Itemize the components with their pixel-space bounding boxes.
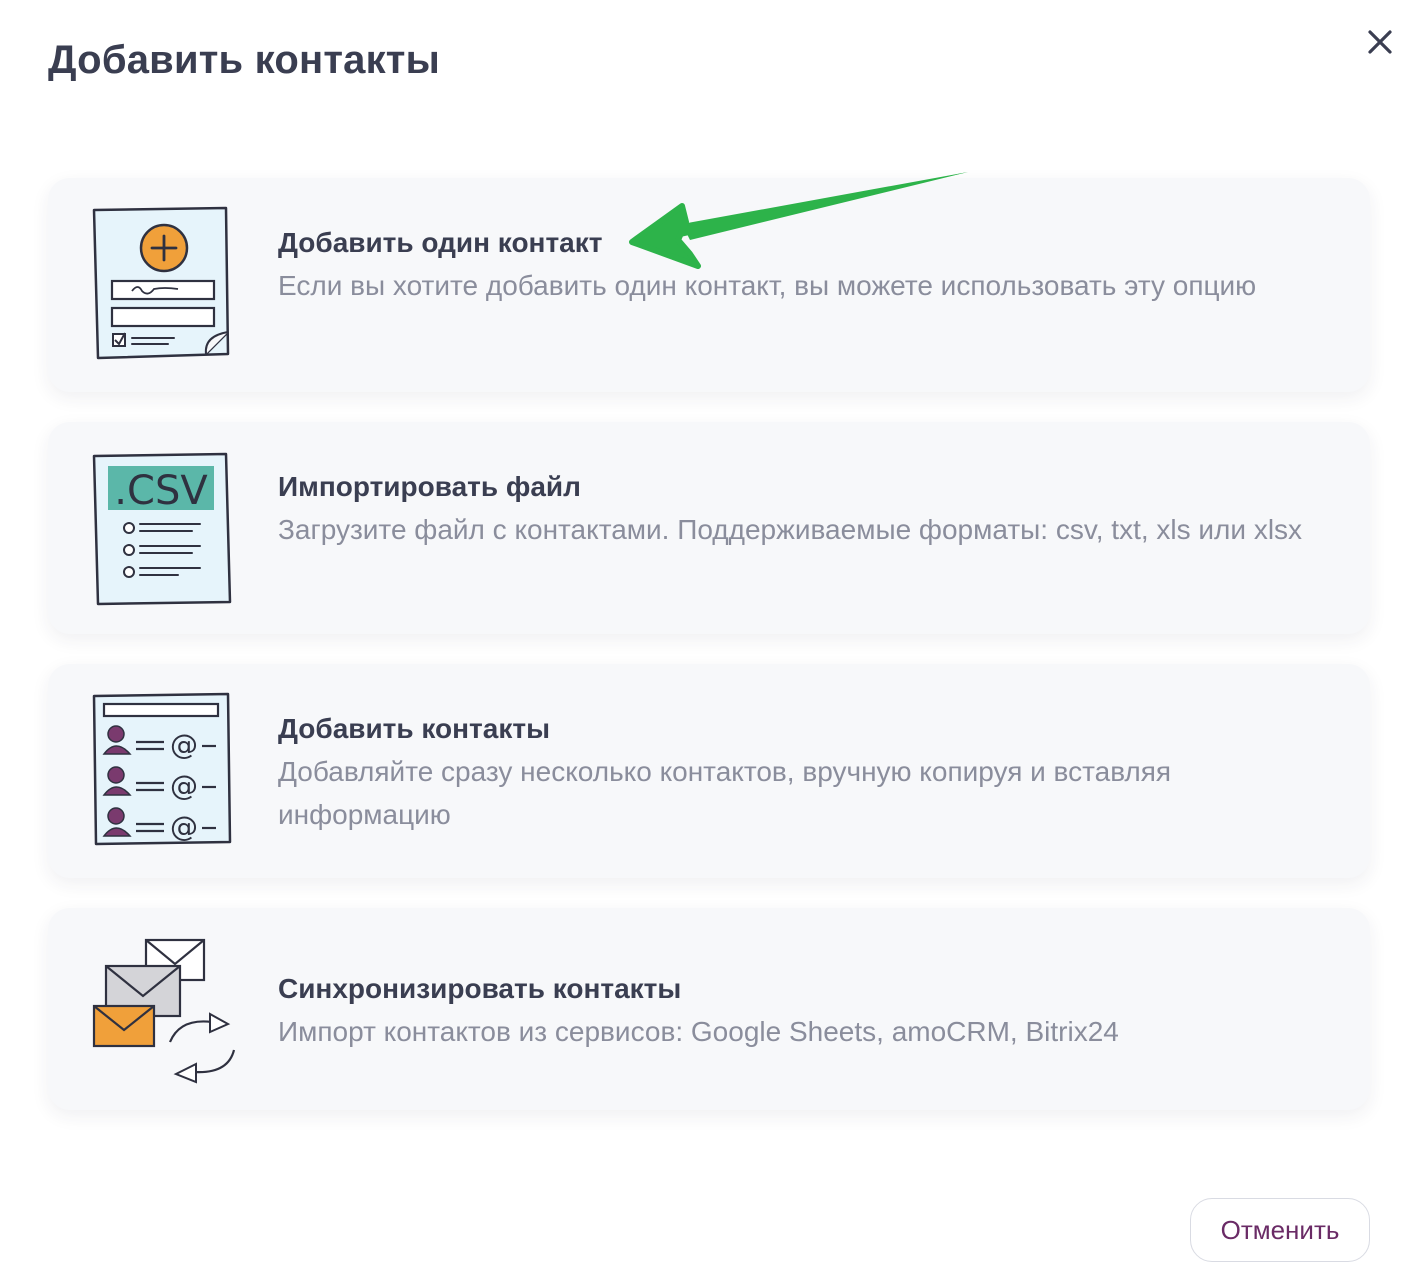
option-import-file[interactable]: .CSV Импортировать файл Загрузите файл с… xyxy=(48,422,1370,634)
contact-form-icon xyxy=(92,206,230,360)
option-title: Синхронизировать контакты xyxy=(278,973,682,1004)
svg-text:@: @ xyxy=(170,810,198,843)
csv-file-icon: .CSV xyxy=(92,452,232,606)
svg-text:@: @ xyxy=(170,728,198,761)
option-add-multiple-contacts[interactable]: @ @ @ Добавить контакты Добавляйте сразу… xyxy=(48,664,1370,878)
option-description: Если вы хотите добавить один контакт, вы… xyxy=(278,270,1257,301)
close-button[interactable] xyxy=(1360,22,1400,62)
dialog-title: Добавить контакты xyxy=(48,38,440,82)
csv-label: .CSV xyxy=(114,468,208,514)
option-title: Добавить контакты xyxy=(278,713,550,744)
option-add-single-contact[interactable]: Добавить один контакт Если вы хотите доб… xyxy=(48,178,1370,392)
close-icon xyxy=(1368,30,1392,54)
option-description: Импорт контактов из сервисов: Google She… xyxy=(278,1016,1119,1047)
option-description: Добавляйте сразу несколько контактов, вр… xyxy=(278,756,1172,830)
svg-text:@: @ xyxy=(170,769,198,802)
sync-envelopes-icon xyxy=(92,938,236,1084)
option-title: Добавить один контакт xyxy=(278,227,603,258)
cancel-button[interactable]: Отменить xyxy=(1190,1198,1370,1262)
contact-list-icon: @ @ @ xyxy=(92,692,232,846)
option-sync-contacts[interactable]: Синхронизировать контакты Импорт контакт… xyxy=(48,908,1370,1110)
option-description: Загрузите файл с контактами. Поддерживае… xyxy=(278,514,1303,545)
option-title: Импортировать файл xyxy=(278,471,581,502)
add-contacts-dialog: Добавить контакты Добавить один контакт … xyxy=(0,0,1408,1288)
